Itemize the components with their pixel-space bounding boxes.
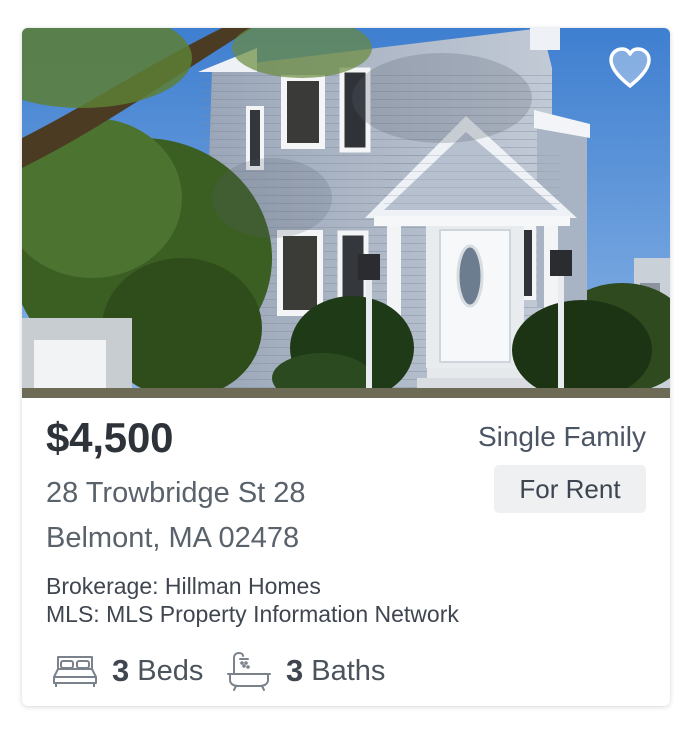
bed-icon [53,656,97,687]
mls-info: MLS: MLS Property Information Network [46,601,459,627]
heart-icon [609,47,651,88]
house-photo-illustration [22,28,670,398]
favorite-heart-button[interactable] [606,46,654,90]
address-street[interactable]: 28 Trowbridge St 28 [46,477,306,510]
baths-feature: 3 Baths [226,646,385,696]
brokerage-info: Brokerage: Hillman Homes [46,573,321,599]
beds-feature: 3 Beds [52,646,203,696]
bathtub-icon [227,652,271,691]
listing-card[interactable]: $4,500 Single Family For Rent 28 Trowbri… [22,28,670,706]
property-type: Single Family [477,421,646,452]
status-badge: For Rent [494,465,646,513]
listing-price: $4,500 [46,414,174,461]
address-city-state-zip[interactable]: Belmont, MA 02478 [46,522,299,555]
property-photo[interactable] [22,28,670,398]
beds-count: 3 [112,653,130,688]
beds-label: Beds [137,654,204,687]
baths-label: Baths [311,654,386,687]
baths-count: 3 [286,653,304,688]
